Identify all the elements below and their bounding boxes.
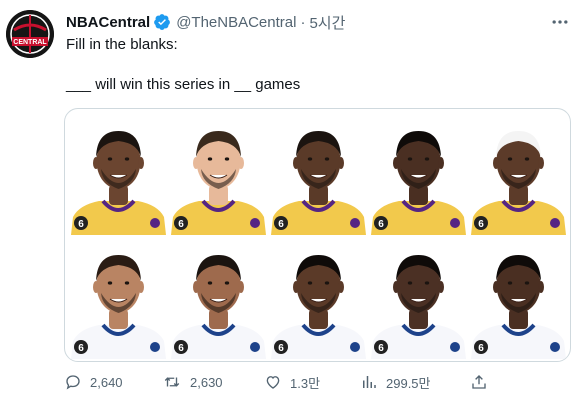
retweet-icon [164, 377, 180, 387]
more-options-icon[interactable] [549, 12, 571, 32]
heart-icon [266, 376, 280, 389]
reply-icon [66, 375, 80, 390]
jersey-number: 6 [478, 343, 484, 354]
tweet[interactable]: CENTRAL NBACentral @TheNBACentral · 5시간 … [0, 0, 587, 402]
retweet-button[interactable]: 2,630 [162, 370, 223, 394]
tweet-timestamp[interactable]: 5시간 [309, 12, 345, 33]
player-photo: 6 [269, 237, 368, 359]
share-button[interactable] [470, 370, 496, 394]
player-photo: 6 [269, 113, 368, 235]
share-icon [472, 375, 486, 389]
avatar[interactable]: CENTRAL [6, 10, 54, 58]
avatar-logo-text: CENTRAL [13, 39, 47, 46]
header-separator: · [300, 13, 306, 31]
player-photo: 6 [69, 113, 168, 235]
views-button[interactable]: 299.5만 [360, 370, 431, 394]
tweet-media-image[interactable]: 6 6 6 6 6 6 6 6 6 6 [64, 108, 571, 362]
jersey-number: 6 [278, 219, 284, 230]
jersey-number: 6 [378, 219, 384, 230]
player-photo: 6 [469, 113, 568, 235]
tweet-text-line: ___ will win this series in __ games [66, 76, 301, 93]
display-name[interactable]: NBACentral [66, 14, 150, 31]
reply-count: 2,640 [90, 374, 123, 390]
player-photo: 6 [169, 113, 268, 235]
verified-badge-icon [153, 13, 171, 31]
jersey-number: 6 [78, 343, 84, 354]
tweet-text-line: Fill in the blanks: [66, 36, 178, 53]
views-count: 299.5만 [386, 375, 431, 391]
user-handle[interactable]: @TheNBACentral [176, 14, 296, 31]
player-photo: 6 [369, 237, 468, 359]
player-photo: 6 [369, 113, 468, 235]
like-button[interactable]: 1.3만 [264, 370, 320, 394]
tweet-header: NBACentral @TheNBACentral · 5시간 [66, 12, 345, 32]
player-photo: 6 [69, 237, 168, 359]
jersey-number: 6 [178, 219, 184, 230]
player-photo: 6 [469, 237, 568, 359]
player-photo: 6 [169, 237, 268, 359]
retweet-count: 2,630 [190, 374, 223, 390]
jersey-number: 6 [278, 343, 284, 354]
jersey-number: 6 [178, 343, 184, 354]
lakers-players-row: 6 6 6 6 6 [69, 113, 568, 235]
jersey-number: 6 [478, 219, 484, 230]
jersey-number: 6 [78, 219, 84, 230]
views-chart-icon [363, 376, 376, 388]
reply-button[interactable]: 2,640 [64, 370, 123, 394]
jersey-number: 6 [378, 343, 384, 354]
nba-central-logo-icon: CENTRAL [6, 10, 54, 58]
like-count: 1.3만 [290, 375, 321, 391]
tweet-actions: 2,640 2,630 1.3만 299.5만 [64, 370, 494, 394]
warriors-players-row: 6 6 6 6 6 [69, 237, 568, 359]
